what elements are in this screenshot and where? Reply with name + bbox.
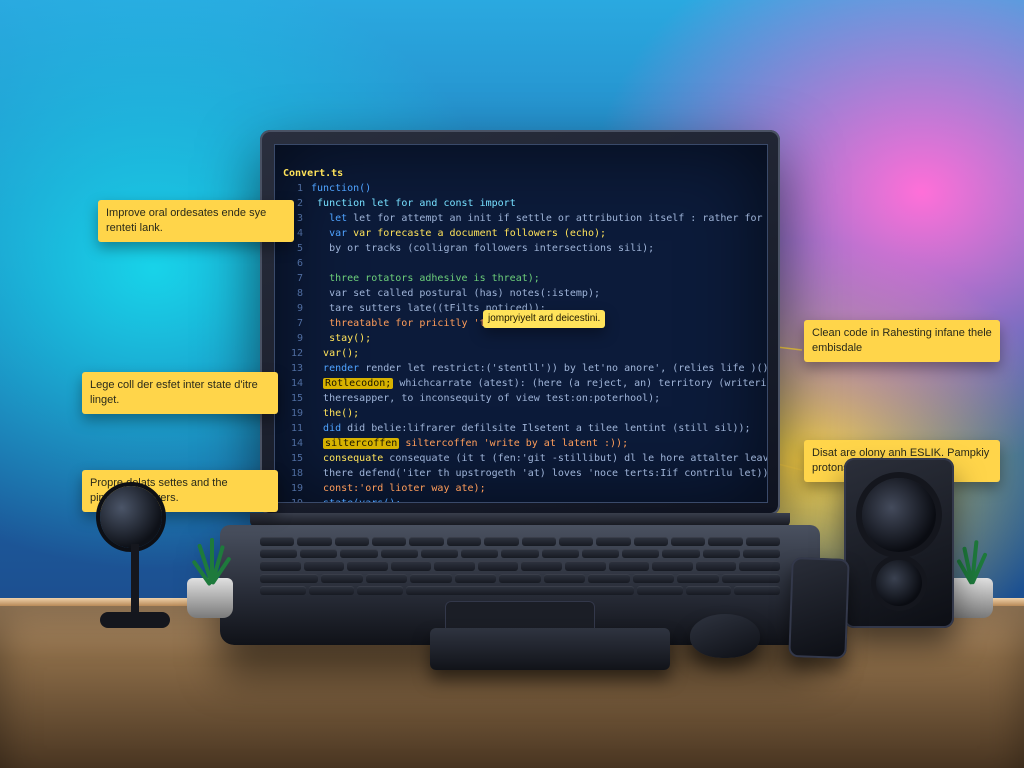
editor-tab-title: Convert.ts: [283, 168, 343, 179]
callout-mid-left: Lege coll der esfet inter state d'itre l…: [82, 372, 278, 414]
highlighted-token: siltercoffen: [323, 438, 399, 449]
speaker: [844, 458, 954, 628]
mouse: [690, 614, 760, 658]
laptop-keyboard: [260, 537, 780, 595]
callout-top-left: Improve oral ordesates ende sye renteti …: [98, 200, 294, 242]
plant-left: [180, 538, 240, 618]
illustration-scene: Convert.ts 1function() 2 function let fo…: [0, 0, 1024, 768]
external-keyboard: [430, 628, 670, 670]
laptop-screen-bezel: Convert.ts 1function() 2 function let fo…: [260, 130, 780, 515]
webcam: [100, 486, 170, 628]
inline-tooltip: jompryiyelt ard deicestini.: [483, 310, 605, 328]
function-declaration: function(): [311, 183, 371, 194]
laptop: Convert.ts 1function() 2 function let fo…: [260, 130, 780, 645]
code-editor-screen: Convert.ts 1function() 2 function let fo…: [274, 144, 768, 503]
highlighted-token: Rotlecodon;: [323, 378, 393, 389]
callout-top-right: Clean code in Rahesting infane thele emb…: [804, 320, 1000, 362]
phone: [788, 557, 849, 659]
